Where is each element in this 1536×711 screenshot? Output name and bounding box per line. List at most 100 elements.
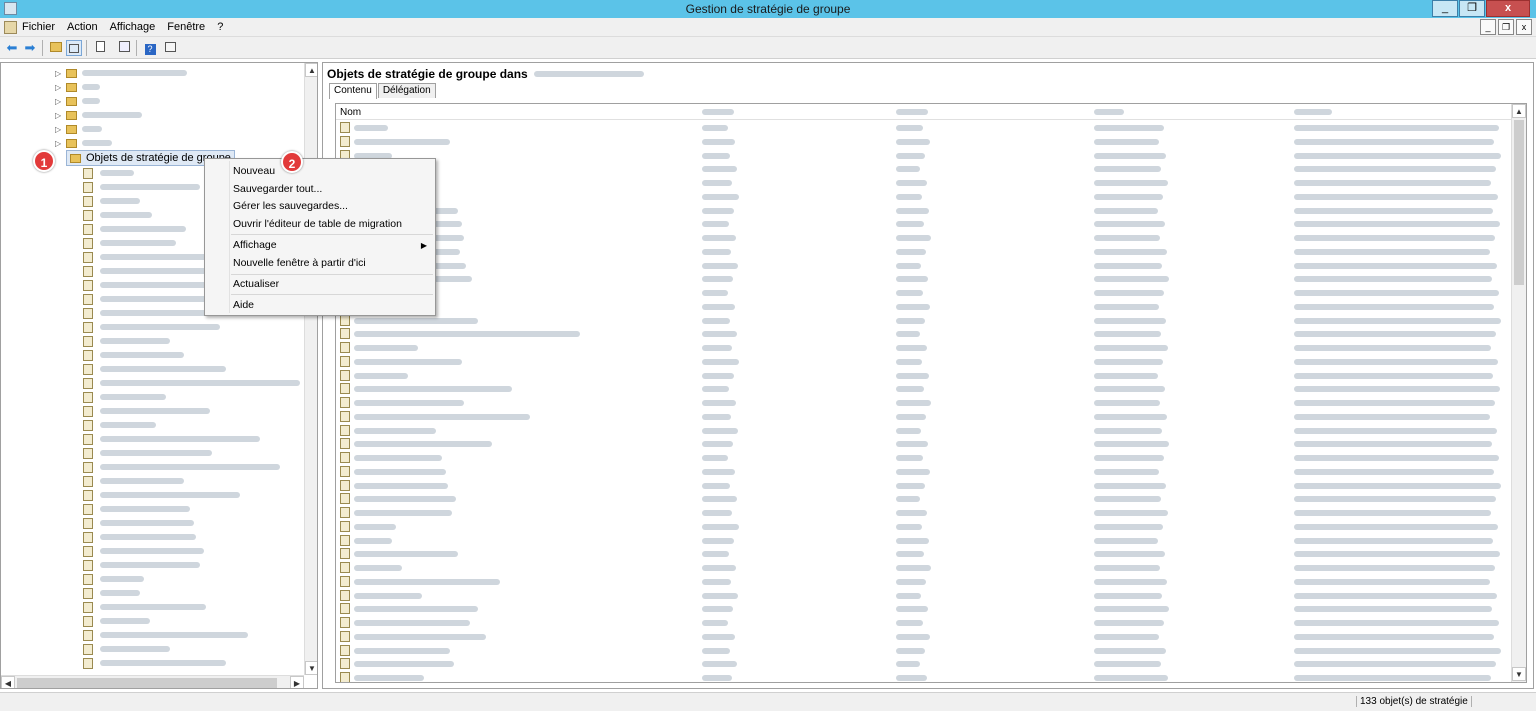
tree-item-gpo[interactable] — [83, 250, 208, 264]
list-item[interactable] — [336, 465, 1512, 478]
list-item[interactable] — [336, 492, 1512, 505]
properties-icon[interactable] — [92, 40, 108, 56]
refresh-icon[interactable] — [116, 40, 132, 56]
redacted-column-header[interactable] — [1294, 109, 1332, 115]
tree-item-gpo[interactable] — [83, 222, 186, 236]
list-item[interactable] — [336, 382, 1512, 395]
list-item[interactable] — [336, 451, 1512, 464]
list-item[interactable] — [336, 272, 1512, 285]
expand-arrow-icon[interactable]: ▷ — [55, 125, 63, 134]
tree-item-gpo[interactable] — [83, 208, 152, 222]
mdi-restore-button[interactable]: ❐ — [1498, 19, 1514, 35]
tree-item-gpo[interactable] — [83, 194, 140, 208]
tree-item-gpo[interactable] — [83, 390, 166, 404]
tree-item-folder[interactable]: ▷ — [55, 66, 187, 80]
tree-item-gpo[interactable] — [83, 572, 144, 586]
list-item[interactable] — [336, 217, 1512, 230]
scroll-thumb[interactable] — [1514, 120, 1524, 285]
tree-item-gpo[interactable] — [83, 642, 170, 656]
menu-item-actualiser[interactable]: Actualiser — [233, 278, 279, 290]
tree-horizontal-scrollbar[interactable]: ◀ ▶ — [1, 675, 304, 688]
list-item[interactable] — [336, 479, 1512, 492]
list-item[interactable] — [336, 190, 1512, 203]
gpo-list[interactable]: Nom ▲ ▼ — [335, 103, 1527, 683]
list-item[interactable] — [336, 355, 1512, 368]
menu-item-sauvegarder-tout[interactable]: Sauvegarder tout... — [233, 183, 322, 195]
tree-item-folder[interactable]: ▷ — [55, 108, 142, 122]
console-icon[interactable] — [4, 21, 17, 34]
list-item[interactable] — [336, 506, 1512, 519]
tree-item-gpo[interactable] — [83, 362, 226, 376]
list-item[interactable] — [336, 369, 1512, 382]
scroll-left-icon[interactable]: ◀ — [1, 676, 15, 688]
tree-item-folder[interactable]: ▷ — [55, 80, 100, 94]
list-item[interactable] — [336, 520, 1512, 533]
close-button[interactable]: x — [1486, 0, 1530, 17]
menu-help[interactable]: ? — [217, 21, 223, 33]
redacted-column-header[interactable] — [1094, 109, 1124, 115]
list-item[interactable] — [336, 121, 1512, 134]
list-item[interactable] — [336, 245, 1512, 258]
arrow-right-icon[interactable]: ➡ — [22, 40, 38, 56]
tree-item-gpo[interactable] — [83, 516, 194, 530]
scroll-right-icon[interactable]: ▶ — [290, 676, 304, 688]
list-item[interactable] — [336, 204, 1512, 217]
list-item[interactable] — [336, 231, 1512, 244]
list-item[interactable] — [336, 630, 1512, 643]
tree-item-folder[interactable]: ▷ — [55, 122, 102, 136]
list-item[interactable] — [336, 644, 1512, 657]
expand-arrow-icon[interactable]: ▷ — [55, 139, 63, 148]
tree-vertical-scrollbar[interactable]: ▲ ▼ — [304, 63, 317, 675]
list-item[interactable] — [336, 176, 1512, 189]
menu-fichier[interactable]: Fichier — [22, 21, 55, 33]
list-item[interactable] — [336, 259, 1512, 272]
list-item[interactable] — [336, 341, 1512, 354]
scroll-up-icon[interactable]: ▲ — [1512, 104, 1526, 118]
scroll-thumb[interactable] — [17, 678, 277, 688]
tree-item-gpo[interactable] — [83, 348, 184, 362]
list-item[interactable] — [336, 314, 1512, 327]
column-header-name[interactable]: Nom — [340, 107, 361, 118]
tree-item-gpo[interactable] — [83, 544, 204, 558]
tab-delegation[interactable]: Délégation — [377, 83, 436, 98]
tree-item-gpo[interactable] — [83, 320, 220, 334]
list-item[interactable] — [336, 135, 1512, 148]
expand-arrow-icon[interactable]: ▷ — [55, 69, 63, 78]
tab-contenu[interactable]: Contenu — [329, 83, 377, 99]
tree-item-gpo[interactable] — [83, 166, 134, 180]
tree-item-gpo[interactable] — [83, 614, 150, 628]
restore-button[interactable]: ❐ — [1459, 0, 1485, 17]
menu-item-aide[interactable]: Aide — [233, 299, 254, 311]
tree-item-gpo[interactable] — [83, 628, 248, 642]
expand-arrow-icon[interactable]: ▷ — [55, 97, 63, 106]
tree-item-gpo[interactable] — [83, 264, 210, 278]
list-item[interactable] — [336, 410, 1512, 423]
tree-item-gpo[interactable] — [83, 432, 260, 446]
list-item[interactable] — [336, 547, 1512, 560]
list-item[interactable] — [336, 561, 1512, 574]
tree-item-gpo[interactable] — [83, 404, 210, 418]
tree-item-gpo[interactable] — [83, 292, 208, 306]
tree-item-gpo[interactable] — [83, 460, 280, 474]
tree-item-gpo[interactable] — [83, 418, 156, 432]
menu-item-nouveau[interactable]: Nouveau — [233, 165, 275, 177]
list-item[interactable] — [336, 424, 1512, 437]
tree-item-folder[interactable]: ▷ — [55, 136, 112, 150]
scroll-up-icon[interactable]: ▲ — [305, 63, 317, 77]
list-item[interactable] — [336, 589, 1512, 602]
list-item[interactable] — [336, 657, 1512, 670]
menu-fenetre[interactable]: Fenêtre — [167, 21, 205, 33]
menu-action[interactable]: Action — [67, 21, 98, 33]
tree-item-gpo[interactable] — [83, 306, 214, 320]
menu-item-affichage[interactable]: Affichage — [233, 239, 277, 251]
minimize-button[interactable]: _ — [1432, 0, 1458, 17]
tree-item-gpo[interactable] — [83, 236, 176, 250]
console-view-icon[interactable] — [162, 40, 178, 56]
expand-arrow-icon[interactable]: ▷ — [55, 111, 63, 120]
menu-item-gerer-sauvegardes[interactable]: Gérer les sauvegardes... — [233, 200, 348, 212]
list-item[interactable] — [336, 149, 1512, 162]
tree-item-gpo[interactable] — [83, 278, 212, 292]
tree-item-gpo[interactable] — [83, 502, 190, 516]
tree-item-gpo[interactable] — [83, 488, 240, 502]
list-item[interactable] — [336, 286, 1512, 299]
